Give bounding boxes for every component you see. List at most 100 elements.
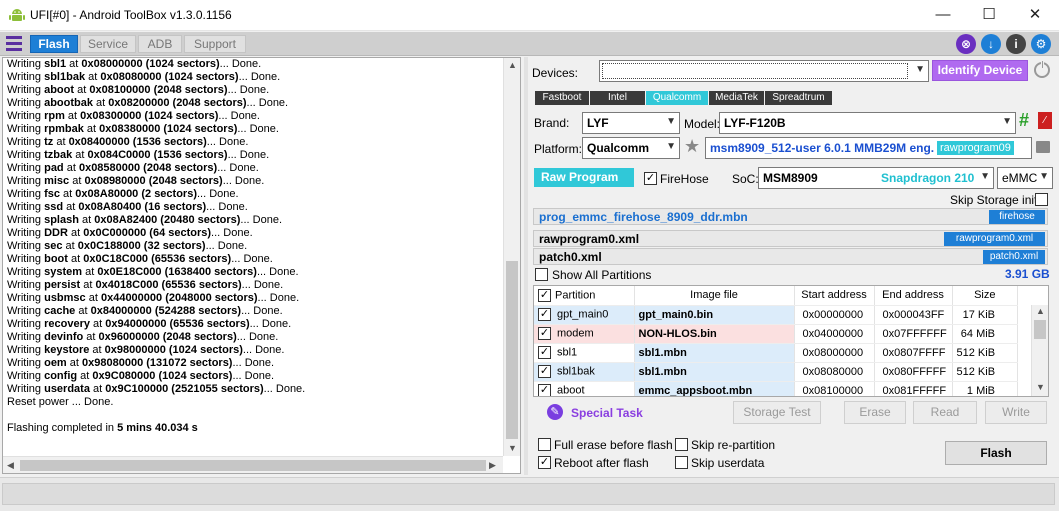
scroll-down-icon[interactable]: ▼ [508, 443, 517, 453]
pdf-icon[interactable]: ⁄ [1038, 112, 1052, 129]
favorite-star-icon[interactable]: ★ [684, 136, 700, 157]
log-info: 0x84000000 (524288 sectors) [90, 305, 242, 317]
log-vertical-scrollbar[interactable]: ▲ ▼ [503, 58, 520, 456]
brand-label: Brand: [534, 116, 570, 130]
show-all-partitions-checkbox[interactable] [535, 268, 548, 281]
row-checkbox[interactable]: ✓ [538, 308, 551, 321]
log-mid: at [75, 305, 91, 317]
table-vertical-scrollbar[interactable]: ▲ ▼ [1031, 305, 1048, 396]
end-address-header[interactable]: End address [874, 286, 953, 306]
maximize-button[interactable]: ☐ [966, 0, 1012, 31]
log-line: Writing sec at 0x0C188000 (32 sectors)..… [7, 240, 503, 253]
partition-cell: ✓ gpt_main0 [534, 305, 635, 325]
write-button[interactable]: Write [985, 401, 1047, 424]
scroll-down-icon[interactable]: ▼ [1036, 382, 1045, 392]
close-button[interactable]: ✕ [1012, 0, 1058, 31]
log-horizontal-scrollbar[interactable]: ◀ ▶ [3, 456, 503, 473]
chevron-down-icon: ▼ [1039, 171, 1049, 182]
skip-userdata-checkbox[interactable] [675, 456, 688, 469]
tab-support[interactable]: Support [184, 35, 246, 53]
firmware-select[interactable]: msm8909_512-user 6.0.1 MMB29M eng. rawpr… [705, 137, 1032, 159]
table-row[interactable]: ✓ gpt_main0 gpt_main0.bin 0x00000000 0x00004… [534, 305, 1019, 325]
table-row[interactable]: ✓ modem NON-HLOS.bin 0x04000000 0x07FFFFFF 64… [534, 324, 1019, 344]
hscroll-thumb[interactable] [20, 460, 486, 471]
rawprogram-file-row[interactable]: rawprogram0.xml rawprogram0.xml [533, 230, 1048, 247]
row-checkbox[interactable]: ✓ [538, 384, 551, 396]
image-file-header[interactable]: Image file [634, 286, 795, 306]
log-name: keystore [44, 344, 90, 356]
power-icon[interactable] [1034, 60, 1050, 78]
platform-select[interactable]: Qualcomm ▼ [582, 137, 680, 159]
start-address-cell-text: 0x08000000 [802, 346, 864, 359]
firehose-checkbox[interactable]: ✓ [644, 172, 657, 185]
chevron-down-icon: ▼ [980, 171, 990, 182]
folder-icon[interactable] [1036, 141, 1050, 153]
special-task-link[interactable]: Special Task [571, 406, 643, 420]
scroll-up-icon[interactable]: ▲ [1036, 306, 1045, 316]
log-info: 0x94000000 (65536 sectors) [105, 318, 250, 330]
log-info: 0x0E18C000 (1638400 sectors) [97, 266, 257, 278]
log-post: ... Done. [249, 318, 292, 330]
reboot-after-flash-checkbox[interactable]: ✓ [538, 456, 551, 469]
devices-focus-rect [602, 63, 908, 79]
device-icon[interactable]: ⊗ [956, 34, 976, 54]
panel-splitter[interactable] [524, 57, 528, 475]
log-post: ... Done. [246, 97, 289, 109]
scroll-up-icon[interactable]: ▲ [508, 60, 517, 70]
table-row[interactable]: ✓ sbl1 sbl1.mbn 0x08000000 0x0807FFFF 512 KiB [534, 343, 1019, 363]
start-address-header[interactable]: Start address [794, 286, 875, 306]
size-header[interactable]: Size [952, 286, 1019, 306]
scroll-right-icon[interactable]: ▶ [489, 460, 496, 471]
patch-file-row[interactable]: patch0.xml patch0.xml [533, 248, 1048, 265]
storage-test-button[interactable]: Storage Test [733, 401, 821, 424]
info-icon[interactable]: i [1006, 34, 1026, 54]
log-line: Writing userdata at 0x9C100000 (2521055 … [7, 383, 503, 396]
settings-gear-icon[interactable]: ⚙ [1031, 34, 1051, 54]
skip-storage-init-checkbox[interactable] [1035, 193, 1048, 206]
table-scroll-thumb[interactable] [1034, 320, 1046, 339]
select-all-checkbox[interactable]: ✓ [538, 288, 551, 302]
chipset-tab-spreadtrum[interactable]: Spreadtrum [765, 91, 832, 105]
flash-button[interactable]: Flash [945, 441, 1047, 465]
chipset-tab-qualcomm[interactable]: Qualcomm [646, 91, 708, 105]
minimize-button[interactable]: — [920, 0, 966, 31]
tab-service[interactable]: Service [80, 35, 136, 53]
log-mid: at [69, 175, 85, 187]
firehose-file-row[interactable]: prog_emmc_firehose_8909_ddr.mbn firehose [533, 208, 1048, 225]
raw-program-button[interactable]: Raw Program [534, 168, 634, 187]
scroll-left-icon[interactable]: ◀ [7, 460, 14, 471]
tab-flash[interactable]: Flash [30, 35, 78, 53]
identify-device-button[interactable]: Identify Device [932, 60, 1028, 81]
image-file-cell: sbl1.mbn [634, 343, 795, 363]
devices-combo[interactable]: ▼ [599, 60, 929, 82]
model-select[interactable]: LYF-F120B ▼ [719, 112, 1016, 134]
scroll-thumb[interactable] [506, 261, 518, 439]
skip-repartition-checkbox[interactable] [675, 438, 688, 451]
erase-button[interactable]: Erase [844, 401, 906, 424]
chipset-tab-intel[interactable]: Intel [590, 91, 645, 105]
row-checkbox[interactable]: ✓ [538, 346, 551, 359]
row-checkbox[interactable]: ✓ [538, 365, 551, 378]
storage-select[interactable]: eMMC ▼ [997, 167, 1053, 189]
log-info: 0x084C0000 (1536 sectors) [87, 149, 228, 161]
soc-select[interactable]: MSM8909 Snapdragon 210 ▼ [758, 167, 994, 189]
hash-icon[interactable]: # [1019, 110, 1029, 131]
log-info: 0x0C18C000 (65536 sectors) [83, 253, 232, 265]
chipset-tab-mediatek[interactable]: MediaTek [709, 91, 764, 105]
table-row[interactable]: ✓ sbl1bak sbl1.mbn 0x08080000 0x080FFFFF 512 … [534, 362, 1019, 382]
row-checkbox[interactable]: ✓ [538, 327, 551, 340]
read-button[interactable]: Read [913, 401, 977, 424]
table-row[interactable]: ✓ aboot emmc_appsboot.mbn 0x08100000 0x081FF… [534, 381, 1019, 396]
full-erase-checkbox[interactable] [538, 438, 551, 451]
tab-adb[interactable]: ADB [138, 35, 182, 53]
brand-select[interactable]: LYF ▼ [582, 112, 680, 134]
firehose-label: FireHose [660, 172, 709, 186]
partition-header[interactable]: ✓ Partition [534, 286, 635, 306]
download-icon[interactable]: ↓ [981, 34, 1001, 54]
log-post: ... Done. [231, 253, 273, 265]
hamburger-menu-icon[interactable] [6, 36, 22, 52]
log-name: boot [44, 253, 68, 265]
log-mid: at [82, 266, 98, 278]
chipset-tab-fastboot[interactable]: Fastboot [535, 91, 589, 105]
soc-name: Snapdragon 210 [881, 171, 975, 185]
